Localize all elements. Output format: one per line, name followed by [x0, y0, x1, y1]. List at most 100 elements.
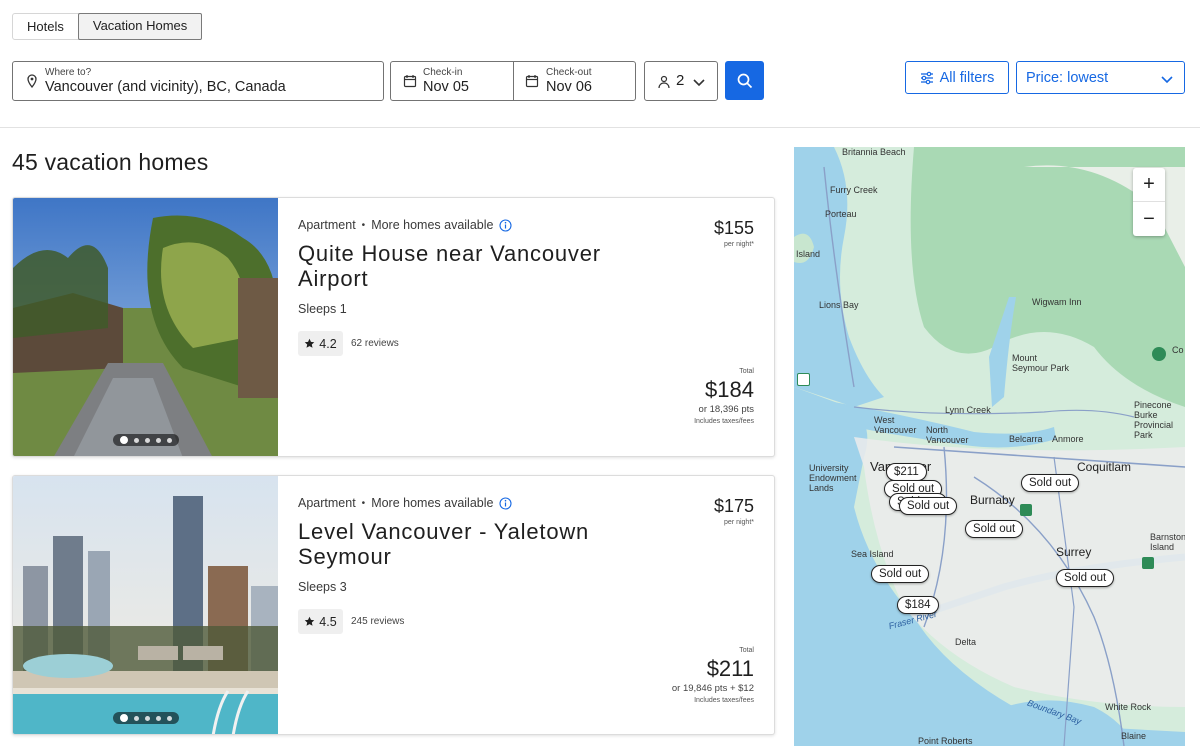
listing-card[interactable]: Apartment • More homes available Level V… — [12, 475, 775, 735]
sliders-icon — [920, 71, 933, 84]
sort-select[interactable]: Price: lowest — [1016, 61, 1185, 94]
listing-photo[interactable] — [13, 476, 278, 734]
checkout-label[interactable]: Check-out — [546, 67, 592, 78]
per-night-label: per night* — [724, 519, 754, 526]
map-label: Pinecone Burke Provincial Park — [1134, 400, 1174, 440]
nightly-price: $175 per night* — [714, 496, 754, 526]
nightly-price-value: $175 — [713, 496, 754, 516]
park-icon — [797, 373, 810, 386]
carousel-dot[interactable] — [156, 437, 161, 443]
map-label: Delta — [955, 637, 977, 647]
listing-card[interactable]: Apartment • More homes available Quite H… — [12, 197, 775, 457]
map-price-pin[interactable]: Sold out — [871, 565, 930, 583]
listing-meta: Apartment • More homes available — [298, 496, 513, 510]
map-label: Wigwam Inn — [1032, 297, 1082, 307]
park-icon — [1142, 557, 1154, 569]
map-label: Lions Bay — [819, 300, 859, 310]
map-label: Point Roberts — [918, 736, 973, 746]
map-label: University Endowment Lands — [809, 463, 857, 493]
zoom-out-button[interactable]: − — [1133, 202, 1165, 236]
star-icon — [305, 616, 315, 626]
destination-label: Where to? — [45, 67, 92, 78]
property-type: Apartment — [298, 496, 356, 510]
more-homes-label: More homes available — [371, 496, 494, 510]
carousel-dot[interactable] — [156, 715, 161, 721]
travelers-count: 2 — [676, 72, 685, 89]
checkin-label[interactable]: Check-in — [423, 67, 462, 78]
destination-value: Vancouver (and vicinity), BC, Canada — [45, 79, 286, 95]
carousel-dot[interactable] — [145, 715, 150, 721]
map-zoom-controls: + − — [1133, 168, 1165, 236]
all-filters-button[interactable]: All filters — [905, 61, 1009, 94]
listing-name[interactable]: Quite House near Vancouver Airport — [298, 241, 628, 291]
carousel-dot[interactable] — [134, 715, 139, 721]
park-icon — [1152, 347, 1166, 361]
listing-info: Apartment • More homes available Level V… — [298, 476, 774, 734]
carousel-dot[interactable] — [120, 436, 128, 444]
search-button[interactable] — [725, 61, 764, 100]
header-divider — [0, 127, 1200, 128]
listing-photo-image — [13, 198, 278, 456]
carousel-dot[interactable] — [167, 715, 172, 721]
map-label: North Vancouver — [926, 425, 969, 445]
checkin-value[interactable]: Nov 05 — [423, 79, 469, 95]
carousel-dot[interactable] — [134, 437, 139, 443]
map-label: Barnston Island — [1150, 532, 1185, 552]
nightly-price-value: $155 — [713, 218, 754, 238]
per-night-label: per night* — [724, 241, 754, 248]
map-price-pin[interactable]: Sold out — [1021, 474, 1080, 492]
person-icon — [658, 75, 670, 89]
map-label: Belcarra — [1009, 434, 1043, 444]
results-map[interactable]: Britannia Beach Furry Creek Porteau Isla… — [794, 147, 1185, 746]
listing-info: Apartment • More homes available Quite H… — [298, 198, 774, 456]
all-filters-label: All filters — [939, 69, 995, 86]
separator-dot: • — [361, 497, 366, 509]
rating-row: 4.2 62 reviews — [298, 331, 399, 356]
travelers-field[interactable]: 2 — [644, 61, 718, 101]
chevron-down-icon — [1161, 76, 1173, 84]
review-count: 245 reviews — [351, 616, 405, 627]
property-type-tabs: Hotels Vacation Homes — [12, 13, 203, 40]
tab-vacation-homes[interactable]: Vacation Homes — [77, 13, 203, 40]
page: Hotels Vacation Homes Where to? Vancouve… — [0, 0, 1200, 746]
photo-carousel-dots[interactable] — [113, 712, 179, 724]
map-terrain — [794, 147, 1185, 746]
rating-badge: 4.5 — [298, 609, 343, 634]
map-label: Lynn Creek — [945, 405, 991, 415]
location-pin-icon — [27, 74, 37, 88]
map-label: Co — [1172, 345, 1184, 355]
carousel-dot[interactable] — [145, 437, 150, 443]
info-icon[interactable] — [499, 496, 513, 510]
total-label: Total — [739, 647, 754, 654]
carousel-dot[interactable] — [120, 714, 128, 722]
sleeps-label: Sleeps 3 — [298, 580, 347, 594]
map-label: Furry Creek — [830, 185, 878, 195]
map-price-pin[interactable]: Sold out — [965, 520, 1024, 538]
listing-name[interactable]: Level Vancouver - Yaletown Seymour — [298, 519, 628, 569]
map-price-pin[interactable]: Sold out — [899, 497, 958, 515]
map-label: Burnaby — [970, 493, 1015, 507]
taxes-note: Includes taxes/fees — [694, 697, 754, 704]
results-count-heading: 45 vacation homes — [12, 149, 209, 175]
calendar-icon — [403, 75, 417, 88]
map-price-pin[interactable]: Sold out — [1056, 569, 1115, 587]
carousel-dot[interactable] — [167, 437, 172, 443]
map-price-pin[interactable]: $211 — [886, 463, 927, 481]
rating-badge: 4.2 — [298, 331, 343, 356]
photo-carousel-dots[interactable] — [113, 434, 179, 446]
taxes-note: Includes taxes/fees — [694, 418, 754, 425]
listing-photo[interactable] — [13, 198, 278, 456]
sleeps-label: Sleeps 1 — [298, 302, 347, 316]
search-icon — [737, 73, 752, 88]
info-icon[interactable] — [499, 218, 513, 232]
zoom-in-button[interactable]: + — [1133, 168, 1165, 202]
checkout-value[interactable]: Nov 06 — [546, 79, 592, 95]
tab-hotels[interactable]: Hotels — [13, 14, 78, 39]
map-label: White Rock — [1105, 702, 1152, 712]
date-divider — [513, 62, 514, 100]
map-label: Anmore — [1052, 434, 1084, 444]
destination-field[interactable]: Where to? Vancouver (and vicinity), BC, … — [12, 61, 384, 101]
calendar-icon — [525, 75, 539, 88]
map-label: Island — [796, 249, 821, 259]
map-price-pin[interactable]: $184 — [897, 596, 939, 614]
